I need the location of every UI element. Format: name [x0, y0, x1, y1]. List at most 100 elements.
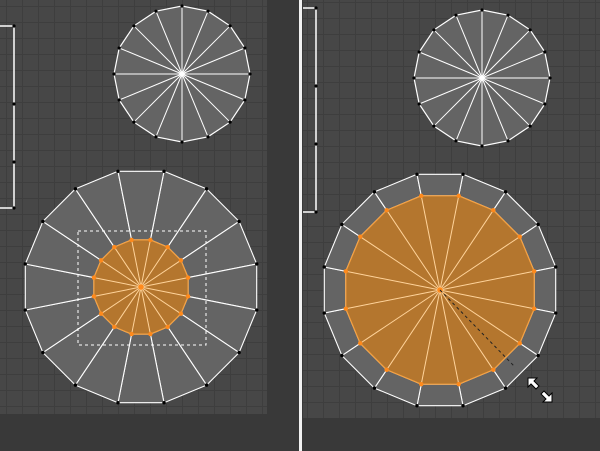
mesh-vertex — [112, 72, 116, 76]
mesh-vertex — [12, 24, 16, 28]
mesh-vertex — [117, 46, 121, 50]
selected-vertex — [178, 311, 184, 316]
mesh-vertex — [204, 187, 209, 191]
selected-vertex — [419, 381, 424, 387]
mesh-vertex — [314, 142, 318, 146]
mesh-vertex — [461, 172, 465, 176]
selected-vertex — [98, 311, 104, 316]
mesh-vertex — [480, 8, 484, 12]
mesh-vertex — [132, 24, 136, 28]
mesh-vertex — [116, 401, 120, 405]
selected-vertex — [91, 275, 97, 280]
mesh-vertex — [461, 404, 465, 408]
mesh-vertex — [554, 265, 558, 269]
mesh-vertex — [314, 210, 318, 214]
mesh-vertex — [314, 6, 318, 10]
mesh-face-outer — [323, 266, 347, 314]
mesh-vertex — [228, 24, 232, 28]
mesh-vertex — [548, 76, 552, 80]
selected-vertex — [112, 244, 117, 250]
mesh-vertex — [180, 4, 184, 8]
selected-vertex — [491, 367, 496, 373]
mesh-vertex — [12, 206, 16, 210]
mesh-vertex — [237, 350, 241, 355]
mesh-vertex — [243, 46, 247, 50]
selected-vertex — [148, 331, 153, 337]
mesh-vertex — [432, 28, 436, 32]
mesh-vertex — [23, 262, 27, 266]
mesh-vertex — [503, 190, 508, 194]
selected-vertex — [357, 341, 363, 346]
mesh-vertex — [372, 386, 377, 390]
mesh-vertex — [454, 139, 458, 143]
mesh-vertex — [255, 262, 259, 266]
selected-center-vertex — [138, 284, 144, 290]
mesh-vertex — [12, 102, 16, 106]
mesh-vertex — [204, 383, 209, 387]
mesh-vertex — [154, 135, 158, 139]
mesh-vertex — [41, 219, 45, 224]
mesh-vertex — [415, 404, 419, 408]
mesh-canvas-before[interactable] — [0, 0, 267, 414]
selected-vertex — [165, 324, 170, 330]
selected-vertex — [384, 367, 389, 373]
mesh-face-outer — [416, 173, 464, 197]
mesh-vertex — [180, 140, 184, 144]
mesh-vertex — [248, 72, 252, 76]
center-vertex — [479, 75, 485, 81]
selected-vertex — [185, 294, 191, 299]
selected-vertex — [456, 193, 461, 199]
mesh-vertex — [237, 219, 241, 224]
selected-vertex — [91, 294, 97, 299]
mesh-vertex — [454, 13, 458, 17]
viewport-divider[interactable] — [299, 0, 302, 451]
mesh-vertex — [372, 190, 377, 194]
mesh-vertex — [417, 102, 421, 106]
mesh-canvas-after[interactable] — [303, 0, 600, 418]
selected-vertex — [129, 237, 134, 243]
viewport-after[interactable] — [303, 0, 600, 418]
mesh-vertex — [340, 222, 344, 227]
mesh-vertex — [503, 386, 508, 390]
mesh-vertex — [528, 124, 532, 128]
mesh-vertex — [228, 120, 232, 124]
mesh-vertex — [536, 222, 540, 227]
mesh-vertex — [432, 124, 436, 128]
mesh-vertex — [12, 160, 16, 164]
selected-vertex — [517, 341, 523, 346]
mesh-vertex — [206, 135, 210, 139]
selected-vertex — [419, 193, 424, 199]
selected-vertex — [343, 269, 349, 274]
scale-cursor-icon — [527, 377, 553, 403]
mesh-vertex — [506, 139, 510, 143]
mesh-vertex — [480, 144, 484, 148]
mesh-face-outer — [416, 383, 464, 407]
mesh-vertex — [322, 265, 326, 269]
mesh-vertex — [117, 98, 121, 102]
selected-vertex — [384, 207, 389, 213]
selected-vertex — [456, 381, 461, 387]
mesh-vertex — [314, 84, 318, 88]
mesh-vertex — [415, 172, 419, 176]
selected-vertex — [531, 306, 537, 311]
mesh-vertex — [412, 76, 416, 80]
selected-vertex — [165, 244, 170, 250]
mesh-vertex — [506, 13, 510, 17]
mesh-vertex — [543, 50, 547, 54]
viewport-before[interactable] — [0, 0, 267, 414]
mesh-face-outer — [533, 266, 557, 314]
mesh-vertex — [73, 383, 78, 387]
mesh-vertex — [23, 308, 27, 312]
mesh-vertex — [417, 50, 421, 54]
selected-vertex — [531, 269, 537, 274]
selected-vertex — [98, 258, 104, 263]
selected-vertex — [185, 275, 191, 280]
mesh-vertex — [154, 9, 158, 13]
mesh-vertex — [162, 401, 166, 405]
selected-vertex — [357, 234, 363, 239]
mesh-vertex — [132, 120, 136, 124]
selected-vertex — [178, 258, 184, 263]
mesh-vertex — [543, 102, 547, 106]
mesh-vertex — [243, 98, 247, 102]
mesh-vertex — [41, 350, 45, 355]
